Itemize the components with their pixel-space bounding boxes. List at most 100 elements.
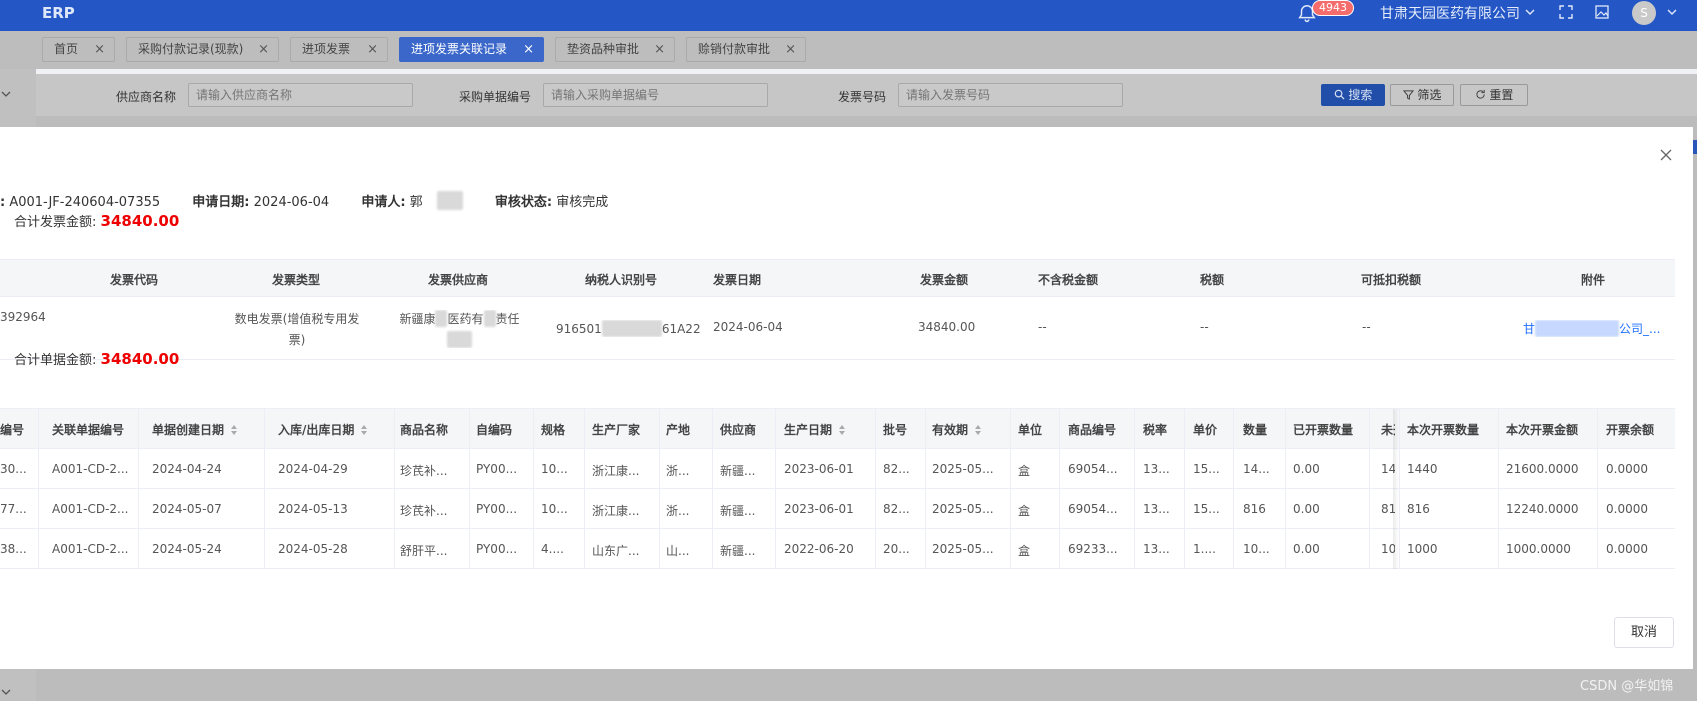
close-icon[interactable] [1658, 147, 1674, 163]
app-logo[interactable]: ERP [42, 4, 75, 22]
tab-credit-payment-approval[interactable]: 赊销付款审批 × [686, 37, 806, 62]
image-icon[interactable] [1594, 4, 1610, 20]
attachment-text: 公司_... [1619, 322, 1661, 336]
column-divider [659, 409, 660, 569]
table-cell: 浙... [666, 504, 690, 518]
tab-invoice-link-records[interactable]: 进项发票关联记录 × [399, 37, 544, 62]
table-cell: 0.00 [1293, 542, 1320, 556]
column-header: 发票代码 [110, 273, 159, 287]
supplier-input[interactable] [188, 83, 413, 107]
column-header[interactable]: 有效期 [932, 421, 982, 438]
column-header-label: 数量 [1243, 423, 1268, 437]
avatar[interactable]: S [1632, 1, 1656, 25]
column-header[interactable]: 单据创建日期 [152, 421, 238, 438]
column-divider [38, 409, 39, 569]
po-number-input[interactable] [543, 83, 768, 107]
table-cell: 2024-05-28 [278, 542, 348, 556]
table-cell: 盒 [1018, 504, 1031, 518]
column-header-label: 生产日期 [784, 423, 833, 437]
table-cell: 新疆... [720, 504, 756, 518]
doc-total-amount: 34840.00 [100, 350, 180, 368]
notification-badge: 4943 [1312, 0, 1354, 16]
search-button[interactable]: 搜索 [1321, 84, 1385, 106]
column-header: 数量 [1243, 421, 1267, 438]
table-cell: PY00... [476, 462, 518, 476]
column-header[interactable]: 生产日期 [784, 421, 846, 438]
column-divider [533, 409, 534, 569]
table-cell: 13... [1143, 502, 1170, 516]
close-icon[interactable]: × [258, 38, 269, 61]
tax-id-text: 916501 [556, 322, 602, 336]
column-divider [1010, 409, 1011, 569]
column-divider [138, 409, 139, 569]
table-cell: 浙江康... [592, 464, 640, 478]
tab-purchase-payment[interactable]: 采购付款记录(现款) × [126, 37, 279, 62]
invoice-type-cell: 数电发票(增值税专用发 票) [234, 310, 360, 348]
close-icon[interactable]: × [785, 38, 796, 61]
column-header: 发票金额 [920, 273, 969, 287]
chevron-down-icon[interactable] [1666, 6, 1678, 18]
table-cell: A001-CD-2... [52, 502, 129, 516]
chevron-down-icon[interactable] [0, 686, 12, 698]
column-header: 供应商 [720, 421, 756, 438]
table-row: 392964 数电发票(增值税专用发 票) 新疆康四医药有四责任 公司 9165… [0, 297, 1675, 360]
supplier-text: 公司 [447, 331, 472, 348]
close-icon[interactable]: × [523, 38, 534, 61]
supplier-text: 责任 [495, 312, 520, 326]
column-header-label: 税率 [1143, 423, 1168, 437]
filter-button[interactable]: 筛选 [1390, 84, 1454, 106]
invoice-type-line: 数电发票(增值税专用发 [234, 312, 360, 326]
invoice-number-label: 发票号码 [838, 90, 887, 104]
column-header-label: 生产厂家 [592, 423, 641, 437]
table-cell: A001-CD-2... [52, 542, 129, 556]
column-header-label: 产地 [666, 423, 691, 437]
fullscreen-icon[interactable] [1558, 4, 1574, 20]
cancel-button[interactable]: 取消 [1614, 617, 1674, 648]
table-cell: 13... [1143, 462, 1170, 476]
column-header: 商品编号 [1068, 421, 1116, 438]
invoice-number-cell: 392964 [0, 310, 46, 324]
close-icon[interactable]: × [654, 38, 665, 61]
status-label: 审核状态: [494, 195, 553, 210]
invoice-number-input[interactable] [898, 83, 1123, 107]
reset-button-label: 重置 [1489, 88, 1514, 102]
table-cell: 0.00 [1293, 462, 1320, 476]
column-header: 发票供应商 [428, 273, 489, 287]
table-cell: 12240.0000 [1506, 502, 1579, 516]
sort-icon[interactable] [974, 424, 982, 436]
chevron-down-icon[interactable] [1524, 6, 1536, 18]
applicant-value: 郭 [409, 195, 423, 210]
column-divider [1399, 409, 1400, 569]
apply-meta: : A001-JF-240604-07355 申请日期: 2024-06-04 … [0, 191, 636, 210]
table-cell: 珍芪补... [400, 504, 448, 518]
tab-input-invoice[interactable]: 进项发票 × [290, 37, 388, 62]
doc-total: 合计单据金额: 34840.00 [14, 349, 179, 368]
reset-button[interactable]: 重置 [1460, 84, 1528, 106]
close-icon[interactable]: × [367, 38, 378, 61]
chevron-down-icon[interactable] [0, 88, 12, 100]
applicant-label: 申请人: [361, 195, 406, 210]
column-divider [1134, 409, 1135, 569]
column-header-label: 有效期 [932, 423, 969, 437]
column-header-label: 商品名称 [400, 423, 449, 437]
invoice-detail-dialog: : A001-JF-240604-07355 申请日期: 2024-06-04 … [0, 127, 1693, 669]
column-header: 关联单据编号 [52, 421, 124, 438]
tab-advance-approval[interactable]: 垫资品种审批 × [555, 37, 675, 62]
close-icon[interactable]: × [94, 38, 105, 61]
attachment-link[interactable]: 甘四四四四四四四公司_... [1523, 320, 1660, 337]
company-selector[interactable]: 甘肃天园医药有限公司 [1380, 3, 1520, 23]
tab-label: 进项发票关联记录 [411, 42, 508, 56]
sort-icon[interactable] [360, 424, 368, 436]
tab-home[interactable]: 首页 × [42, 37, 115, 62]
sort-icon[interactable] [838, 424, 846, 436]
column-divider [394, 409, 395, 569]
invoice-total: 合计发票金额: 34840.00 [14, 211, 179, 230]
column-header[interactable]: 入库/出库日期 [278, 421, 368, 438]
column-divider [264, 409, 265, 569]
tab-label: 采购付款记录(现款) [138, 42, 244, 56]
column-header: 发票类型 [272, 273, 321, 287]
table-cell: 82... [883, 462, 910, 476]
fixed-column-shadow [1393, 409, 1399, 569]
table-cell: 2024-04-24 [152, 462, 222, 476]
sort-icon[interactable] [230, 424, 238, 436]
